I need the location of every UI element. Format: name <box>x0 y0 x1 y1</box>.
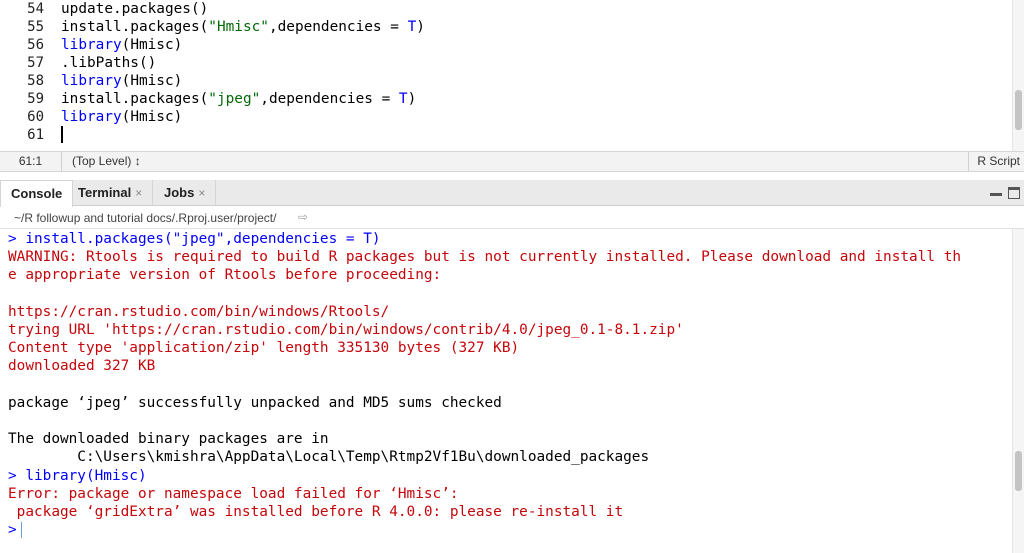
code-token: T <box>407 19 417 35</box>
console-line-text: C:\Users\kmishra\AppData\Local\Temp\Rtmp… <box>8 449 650 466</box>
console-line-text: https://cran.rstudio.com/bin/windows/Rto… <box>8 303 390 320</box>
code-token: "Hmisc" <box>208 19 269 35</box>
console-command: > <box>8 521 22 539</box>
close-icon[interactable]: × <box>198 186 205 200</box>
console-output-line: The downloaded binary packages are in <box>8 430 329 448</box>
console-line-text: > library(Hmisc) <box>8 467 147 484</box>
editor-status-bar: 61:1 (Top Level) ↕ R Script <box>0 151 1024 172</box>
minimize-pane-icon[interactable] <box>990 187 1002 199</box>
console-scrollbar[interactable] <box>1012 229 1024 553</box>
code-token: install.packages( <box>61 19 209 35</box>
code-token: T <box>398 91 408 107</box>
tab-label: Console <box>11 186 63 201</box>
console-line-text: Error: package or namespace load failed … <box>8 485 459 502</box>
console-line-text: package ‘gridExtra’ was installed before… <box>8 504 624 520</box>
tab-terminal[interactable]: Terminal × <box>68 180 154 206</box>
line-number: 55 <box>27 19 44 35</box>
console-error-line: WARNING: Rtools is required to build R p… <box>8 248 961 266</box>
line-number: 54 <box>27 1 44 17</box>
pane-splitter[interactable] <box>0 172 1024 180</box>
console-error-line: https://cran.rstudio.com/bin/windows/Rto… <box>8 303 389 321</box>
console-line-text: Content type 'application/zip' length 33… <box>8 340 520 357</box>
console-error-line: Error: package or namespace load failed … <box>8 485 459 503</box>
code-token: .libPaths() <box>61 55 157 71</box>
tab-jobs[interactable]: Jobs × <box>154 180 217 206</box>
code-token: ) <box>407 91 417 107</box>
editor-line[interactable]: 57 .libPaths() <box>0 54 1010 72</box>
console-line-text: e appropriate version of Rtools before p… <box>8 267 442 284</box>
source-editor[interactable]: 54 update.packages() 55 install.packages("H… <box>0 0 1024 151</box>
code-text[interactable]: library(Hmisc) <box>61 36 182 54</box>
code-token: library <box>61 73 122 89</box>
code-token: install.packages( <box>61 91 209 107</box>
code-text[interactable]: install.packages("jpeg",dependencies = T… <box>61 90 416 108</box>
console-output-line: package ‘jpeg’ successfully unpacked and… <box>8 394 502 412</box>
editor-scrollbar[interactable] <box>1012 0 1024 151</box>
console-line-text: > install.packages("jpeg",dependencies =… <box>8 231 381 247</box>
editor-line[interactable]: 56 library(Hmisc) <box>0 36 1010 54</box>
line-number: 58 <box>27 73 44 89</box>
editor-line[interactable]: 59 install.packages("jpeg",dependencies =… <box>0 90 1010 108</box>
text-cursor <box>61 126 63 143</box>
code-token: update.packages() <box>61 1 209 17</box>
console-input-cursor[interactable] <box>20 522 22 539</box>
line-number: 60 <box>27 109 44 125</box>
console-line-text: trying URL 'https://cran.rstudio.com/bin… <box>8 322 684 338</box>
console-output[interactable]: > install.packages("jpeg",dependencies =… <box>0 229 1024 553</box>
code-text[interactable]: library(Hmisc) <box>61 108 182 126</box>
code-token: (Hmisc) <box>121 37 183 53</box>
console-error-line: package ‘gridExtra’ was installed before… <box>8 503 623 521</box>
file-type-selector[interactable]: R Script <box>968 152 1024 171</box>
tab-label: Jobs <box>164 185 195 200</box>
console-command: > install.packages("jpeg",dependencies =… <box>8 230 381 248</box>
console-path-bar: ~/R followup and tutorial docs/.Rproj.us… <box>0 207 1024 229</box>
line-number: 59 <box>27 91 44 107</box>
editor-line[interactable]: 61 <box>0 126 1010 144</box>
arrow-right-icon[interactable]: ⇨ <box>298 210 308 224</box>
cursor-position: 61:1 <box>0 152 62 171</box>
editor-line[interactable]: 55 install.packages("Hmisc",dependencies … <box>0 18 1010 36</box>
console-scrollbar-thumb[interactable] <box>1015 451 1022 491</box>
console-line-text: WARNING: Rtools is required to build R p… <box>8 249 962 266</box>
code-token: library <box>61 109 122 125</box>
editor-scrollbar-thumb[interactable] <box>1015 90 1022 130</box>
working-directory: ~/R followup and tutorial docs/.Rproj.us… <box>14 211 277 225</box>
console-error-line: trying URL 'https://cran.rstudio.com/bin… <box>8 321 684 339</box>
code-text[interactable]: .libPaths() <box>61 54 156 72</box>
tab-label: Terminal <box>78 185 132 200</box>
code-token: "jpeg" <box>208 91 261 107</box>
code-token: ,dependencies = <box>268 19 408 35</box>
code-token: library <box>61 37 122 53</box>
console-line-text: > <box>8 522 17 539</box>
line-number: 57 <box>27 55 44 71</box>
console-tab-bar: Console Terminal × Jobs × <box>0 180 1024 207</box>
line-number: 61 <box>27 127 44 143</box>
editor-line[interactable]: 58 library(Hmisc) <box>0 72 1010 90</box>
console-command: > library(Hmisc) <box>8 467 147 485</box>
code-token: (Hmisc) <box>121 73 183 89</box>
scope-selector[interactable]: (Top Level) ↕ <box>72 152 141 171</box>
close-icon[interactable]: × <box>135 186 142 200</box>
console-output-line: C:\Users\kmishra\AppData\Local\Temp\Rtmp… <box>8 448 649 466</box>
tab-console[interactable]: Console <box>0 180 74 207</box>
line-number: 56 <box>27 37 44 53</box>
console-line-text: package ‘jpeg’ successfully unpacked and… <box>8 394 502 411</box>
editor-line[interactable]: 54 update.packages() <box>0 0 1010 18</box>
maximize-pane-icon[interactable] <box>1008 187 1020 199</box>
console-error-line: downloaded 327 KB <box>8 357 155 375</box>
console-line-text: The downloaded binary packages are in <box>8 431 329 448</box>
code-token: ,dependencies = <box>260 91 399 107</box>
console-error-line: e appropriate version of Rtools before p… <box>8 266 441 284</box>
console-error-line: Content type 'application/zip' length 33… <box>8 339 519 357</box>
code-text[interactable]: library(Hmisc) <box>61 72 182 90</box>
code-token: ) <box>416 19 425 35</box>
console-line-text: downloaded 327 KB <box>8 358 156 375</box>
code-text[interactable]: update.packages() <box>61 0 208 18</box>
editor-line[interactable]: 60 library(Hmisc) <box>0 108 1010 126</box>
code-text[interactable]: install.packages("Hmisc",dependencies = … <box>61 18 425 36</box>
code-token: (Hmisc) <box>121 109 183 125</box>
